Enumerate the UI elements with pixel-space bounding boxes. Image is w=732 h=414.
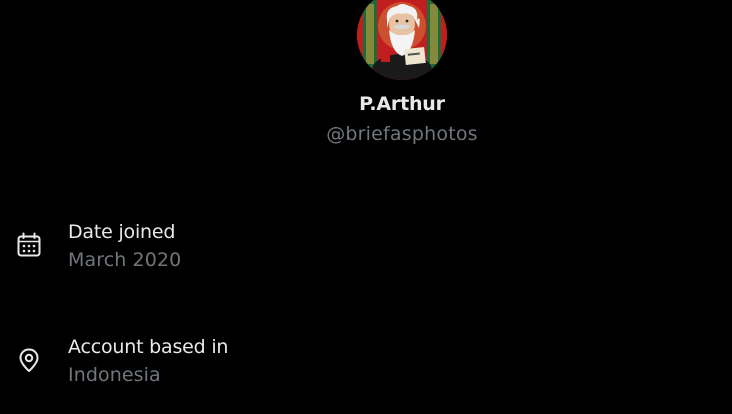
account-based-in-row: Account based in Indonesia [0, 333, 732, 393]
avatar-image [357, 0, 447, 80]
display-name: P.Arthur [359, 93, 445, 115]
username-handle: @briefasphotos [326, 123, 478, 145]
account-based-in-label: Account based in [68, 336, 229, 358]
calendar-icon [16, 232, 42, 258]
account-about-page: P.Arthur @briefasphotos Date joined Marc… [0, 0, 732, 414]
account-based-in-value: Indonesia [68, 364, 161, 386]
date-joined-value: March 2020 [68, 249, 182, 271]
avatar[interactable] [357, 0, 447, 80]
location-pin-icon [16, 347, 42, 373]
date-joined-label: Date joined [68, 221, 176, 243]
date-joined-row: Date joined March 2020 [0, 218, 732, 278]
